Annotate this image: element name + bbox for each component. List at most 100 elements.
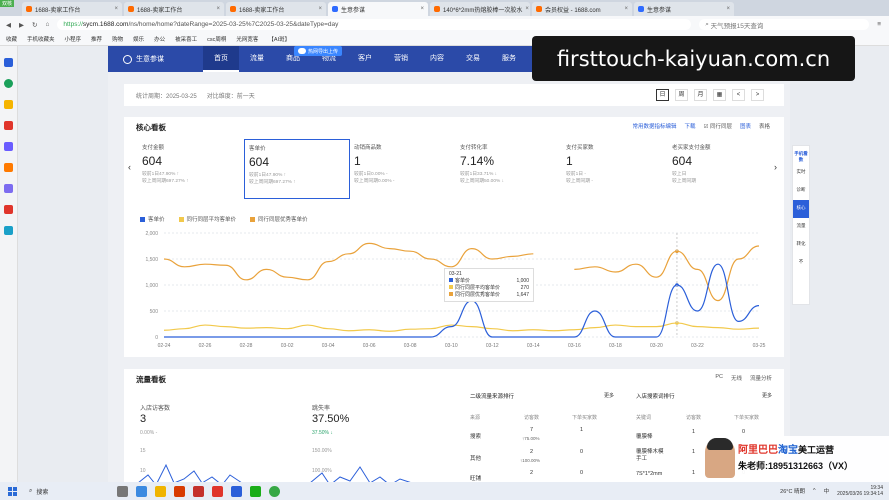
back-icon[interactable]: ◀ (6, 21, 11, 29)
close-icon[interactable]: × (726, 6, 730, 12)
metric-card[interactable]: 支付金额 604 较前1日47.90% ↑ 较上周同期697.27% ↑ (138, 139, 244, 199)
right-nav-diagnose[interactable]: 诊断 (793, 182, 809, 200)
source-more-link[interactable]: 更多 (604, 392, 614, 399)
tab-4[interactable]: 生意参谋 × (328, 2, 428, 16)
right-nav-conversion[interactable]: 转化 (793, 236, 809, 254)
chart-view-link[interactable]: 图表 (740, 122, 751, 130)
app-logo[interactable]: 生意参谋 (108, 54, 203, 64)
next-metrics-icon[interactable]: › (774, 162, 777, 172)
month-button[interactable]: 月 (694, 89, 707, 101)
right-nav-realtime[interactable]: 实时 (793, 164, 809, 182)
ai-icon[interactable] (4, 142, 13, 151)
nav-item-trade[interactable]: 交易 (455, 46, 491, 72)
turtle-icon[interactable] (117, 485, 128, 497)
app-icon[interactable] (4, 79, 13, 88)
upload-button[interactable]: 热网导出上传 (294, 46, 343, 56)
weather-text[interactable]: 26°C 晴朗 (780, 487, 805, 495)
keyword-more-link[interactable]: 更多 (762, 392, 772, 399)
right-nav-traffic[interactable]: 流量 (793, 218, 809, 236)
table-view-link[interactable]: 表格 (759, 122, 770, 130)
tab-5[interactable]: 140*6*2mm热熔胶棒一次胶水 × (430, 2, 530, 16)
close-icon[interactable]: × (114, 6, 118, 12)
close-icon[interactable]: × (525, 6, 529, 12)
browser-search-input[interactable]: ⌕ 天气预报15天查询 (699, 19, 870, 30)
app-icon[interactable] (4, 163, 13, 172)
bookmark-item[interactable]: 推荐 (91, 35, 102, 43)
download-link[interactable]: 下载 (684, 122, 695, 130)
bookmark-item[interactable]: 手机收藏夹 (27, 35, 55, 43)
browser-icon[interactable] (269, 485, 280, 497)
bookmark-item[interactable]: 办公 (154, 35, 165, 43)
home-icon[interactable]: ⌂ (45, 21, 49, 28)
powerpoint-icon[interactable] (174, 485, 185, 497)
nav-item-content[interactable]: 内容 (419, 46, 455, 72)
nav-item-service[interactable]: 服务 (491, 46, 527, 72)
bookmark-item[interactable]: 娱乐 (133, 35, 144, 43)
bookmark-item[interactable]: 光网宽客 (236, 35, 258, 43)
forward-icon[interactable]: ▶ (19, 21, 24, 29)
app-icon[interactable] (4, 121, 13, 130)
edge-icon[interactable] (136, 485, 147, 497)
metric-card[interactable]: 老买家支付金额 604 较上日 较上周同期 (668, 139, 774, 199)
bookmark-item[interactable]: 收藏 (6, 35, 17, 43)
metric-card[interactable]: 支付买家数 1 较前1日 - 较上周同期 - (562, 139, 668, 199)
nav-item-marketing[interactable]: 营销 (383, 46, 419, 72)
app-icon[interactable] (4, 184, 13, 193)
ime-indicator[interactable]: 中 (824, 487, 830, 495)
right-nav-more[interactable]: 不 (793, 254, 809, 272)
keyword-name[interactable]: 覆膜棒 (636, 432, 653, 440)
week-button[interactable]: 周 (675, 89, 688, 101)
close-icon[interactable]: × (318, 6, 322, 12)
metric-card[interactable]: 支付转化率 7.14% 较前1日33.71% ↓ 较上周同期50.00% ↓ (456, 139, 562, 199)
app-icon[interactable] (4, 100, 13, 109)
windows-start-icon[interactable] (8, 486, 17, 496)
chevron-up-icon[interactable]: ^ (813, 488, 816, 494)
keyword-name[interactable]: 7S*1*2mm (636, 471, 662, 477)
star-icon[interactable] (4, 58, 13, 67)
menu-icon[interactable]: ≡ (877, 21, 881, 28)
tab-1[interactable]: 1688-卖家工作台 × (22, 2, 122, 16)
prev-metrics-icon[interactable]: ‹ (128, 162, 131, 172)
close-icon[interactable]: × (420, 6, 424, 12)
wps-icon[interactable] (193, 485, 204, 497)
prev-date-button[interactable]: < (732, 89, 745, 101)
clock[interactable]: 19:34 2025/03/26 19:34:14 (837, 485, 883, 497)
bookmark-item[interactable]: 【AI斑】 (268, 35, 290, 43)
app-icon[interactable] (4, 226, 13, 235)
bookmark-item[interactable]: csc周桐 (207, 35, 226, 43)
url-input[interactable]: https://sycm.1688.com/ns/home/home?dateR… (57, 19, 692, 30)
close-icon[interactable]: × (624, 6, 628, 12)
bookmark-item[interactable]: 被采喜工 (175, 35, 197, 43)
folder-icon[interactable] (155, 485, 166, 497)
nav-item-customer[interactable]: 客户 (347, 46, 383, 72)
metric-card[interactable]: 动销商品数 1 较前1日0.00% - 较上周同期0.00% - (350, 139, 456, 199)
right-nav-core[interactable]: 核心 (793, 200, 809, 218)
tab-3[interactable]: 1688-卖家工作台 × (226, 2, 326, 16)
bookmark-item[interactable]: 小程序 (65, 35, 82, 43)
game-icon[interactable] (4, 205, 13, 214)
close-icon[interactable]: × (216, 6, 220, 12)
wechat-icon[interactable] (250, 485, 261, 497)
refresh-icon[interactable]: ↻ (32, 21, 37, 29)
mobile-toggle[interactable]: 无线 (731, 374, 742, 382)
traffic-analysis-link[interactable]: 流量分析 (750, 374, 772, 382)
pc-toggle[interactable]: PC (715, 374, 723, 382)
mobile-view-link[interactable]: 手机看数 (793, 146, 809, 164)
tab-2[interactable]: 1688-卖家工作台 × (124, 2, 224, 16)
bookmark-item[interactable]: 购物 (112, 35, 123, 43)
app-icon[interactable] (212, 485, 223, 497)
app-icon[interactable] (231, 485, 242, 497)
legend-item[interactable]: 同行同层平均客单价 (178, 215, 236, 223)
day-button[interactable]: 日 (656, 89, 669, 101)
tab-7[interactable]: 生意参谋 × (634, 2, 734, 16)
nav-item-traffic[interactable]: 流量 (239, 46, 275, 72)
metric-card-selected[interactable]: 客单价 604 较前1日47.90% ↑ 较上周同期697.27% ↑ (244, 139, 350, 199)
keyword-name[interactable]: 覆膜棒木模手工 (636, 449, 666, 463)
nav-item-home[interactable]: 首页 (203, 46, 239, 72)
legend-item[interactable]: 同行同层优秀客单价 (250, 215, 308, 223)
taskbar-search[interactable]: ⌕ 搜索 (29, 487, 109, 496)
calendar-icon[interactable]: ▦ (713, 89, 726, 101)
tab-6[interactable]: 会员权益 - 1688.com × (532, 2, 632, 16)
next-date-button[interactable]: > (751, 89, 764, 101)
edit-metrics-link[interactable]: 常用数据指标编辑 (632, 122, 676, 130)
